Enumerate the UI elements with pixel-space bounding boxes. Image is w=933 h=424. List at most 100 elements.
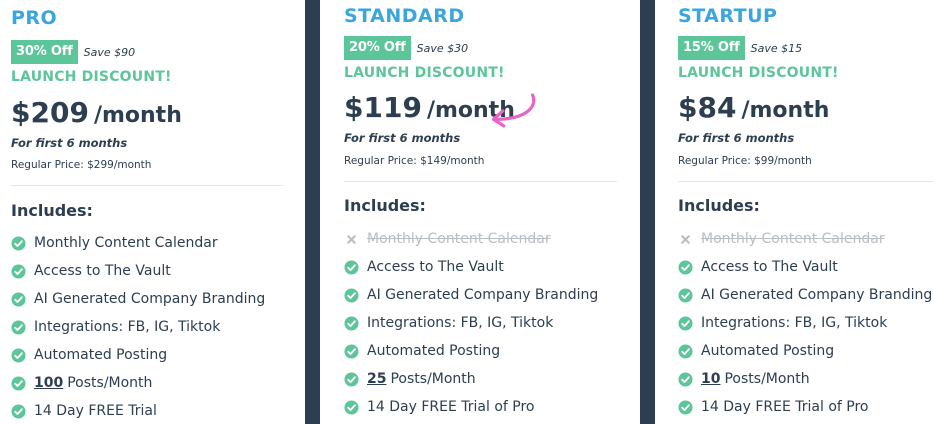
feature-label: 14 Day FREE Trial of Pro <box>367 399 535 415</box>
plan-card-standard: STANDARD 20% Off Save $30 LAUNCH DISCOUN… <box>320 0 640 424</box>
feature-item: Access to The Vault <box>678 253 932 281</box>
feature-item: Integrations: FB, IG, Tiktok <box>11 313 265 341</box>
check-circle-icon <box>344 399 359 415</box>
feature-item: Monthly Content Calendar <box>11 229 265 257</box>
feature-list: Monthly Content Calendar Access to The Va… <box>678 225 932 421</box>
check-circle-icon <box>11 291 26 307</box>
feature-item: 10 Posts/Month <box>678 365 932 393</box>
discount-row: 30% Off Save $90 <box>11 40 135 64</box>
check-circle-icon <box>678 399 693 415</box>
feature-label: Automated Posting <box>34 347 168 363</box>
plan-name: STANDARD <box>344 5 465 27</box>
feature-list: Monthly Content Calendar Access to The Va… <box>344 225 598 421</box>
feature-item: AI Generated Company Branding <box>11 285 265 313</box>
feature-item: 100 Posts/Month <box>11 369 265 397</box>
price: $209/month <box>11 96 182 129</box>
regular-price: Regular Price: $99/month <box>678 155 812 167</box>
check-circle-icon <box>11 375 26 391</box>
feature-item: 25 Posts/Month <box>344 365 598 393</box>
includes-heading: Includes: <box>344 196 426 215</box>
save-text: Save $30 <box>416 41 469 55</box>
check-circle-icon <box>11 403 26 419</box>
plan-card-pro: PRO 30% Off Save $90 LAUNCH DISCOUNT! $2… <box>0 0 305 424</box>
first-months-note: For first 6 months <box>678 131 795 145</box>
price-amount: $84 <box>678 91 737 124</box>
first-months-note: For first 6 months <box>11 136 128 150</box>
feature-label: 14 Day FREE Trial <box>34 403 157 419</box>
price-amount: $119 <box>344 91 422 124</box>
x-icon <box>347 234 356 244</box>
plan-card-startup: STARTUP 15% Off Save $15 LAUNCH DISCOUNT… <box>655 0 933 424</box>
check-circle-icon <box>344 371 359 387</box>
x-icon <box>681 234 690 244</box>
feature-item: 14 Day FREE Trial <box>11 397 265 424</box>
save-text: Save $90 <box>83 45 136 59</box>
feature-label: 14 Day FREE Trial of Pro <box>701 399 869 415</box>
feature-label: Automated Posting <box>367 343 501 359</box>
check-circle-icon <box>678 287 693 303</box>
discount-badge: 20% Off <box>344 36 411 60</box>
price-amount: $209 <box>11 96 89 129</box>
save-text: Save $15 <box>750 41 803 55</box>
regular-price: Regular Price: $299/month <box>11 159 152 171</box>
feature-item: AI Generated Company Branding <box>678 281 932 309</box>
divider <box>344 181 617 182</box>
discount-row: 15% Off Save $15 <box>678 36 802 60</box>
check-circle-icon <box>678 343 693 359</box>
posts-count: 25 <box>367 371 387 387</box>
check-circle-icon <box>344 343 359 359</box>
feature-item: Integrations: FB, IG, Tiktok <box>344 309 598 337</box>
feature-item: 14 Day FREE Trial of Pro <box>678 393 932 421</box>
divider <box>11 185 284 186</box>
check-circle-icon <box>11 235 26 251</box>
feature-item: Access to The Vault <box>344 253 598 281</box>
feature-label: Integrations: FB, IG, Tiktok <box>34 319 221 335</box>
feature-item: Monthly Content Calendar <box>678 225 932 253</box>
feature-label: Automated Posting <box>701 343 835 359</box>
launch-discount-label: LAUNCH DISCOUNT! <box>11 69 172 85</box>
feature-item: Automated Posting <box>344 337 598 365</box>
feature-label: Posts/Month <box>67 375 153 391</box>
check-circle-icon <box>11 263 26 279</box>
feature-label: Posts/Month <box>724 371 810 387</box>
feature-label: Access to The Vault <box>701 259 838 275</box>
check-circle-icon <box>678 259 693 275</box>
posts-count: 10 <box>701 371 721 387</box>
feature-item: Automated Posting <box>11 341 265 369</box>
launch-discount-label: LAUNCH DISCOUNT! <box>678 65 839 81</box>
divider <box>678 181 933 182</box>
feature-label: AI Generated Company Branding <box>367 287 599 303</box>
feature-label: AI Generated Company Branding <box>701 287 933 303</box>
first-months-note: For first 6 months <box>344 131 461 145</box>
launch-discount-label: LAUNCH DISCOUNT! <box>344 65 505 81</box>
feature-label: AI Generated Company Branding <box>34 291 266 307</box>
feature-label: Monthly Content Calendar <box>367 231 551 247</box>
feature-item: AI Generated Company Branding <box>344 281 598 309</box>
price: $84/month <box>678 91 829 124</box>
feature-label: Access to The Vault <box>367 259 504 275</box>
feature-label: Monthly Content Calendar <box>34 235 218 251</box>
plan-name: STARTUP <box>678 5 778 27</box>
feature-list: Monthly Content Calendar Access to The Va… <box>11 229 265 424</box>
regular-price: Regular Price: $149/month <box>344 155 485 167</box>
plan-name: PRO <box>11 7 58 29</box>
check-circle-icon <box>678 371 693 387</box>
posts-count: 100 <box>34 375 64 391</box>
check-circle-icon <box>344 315 359 331</box>
feature-item: Automated Posting <box>678 337 932 365</box>
check-circle-icon <box>344 287 359 303</box>
feature-label: Integrations: FB, IG, Tiktok <box>701 315 888 331</box>
check-circle-icon <box>11 347 26 363</box>
curved-arrow-icon <box>491 93 536 128</box>
feature-item: Integrations: FB, IG, Tiktok <box>678 309 932 337</box>
includes-heading: Includes: <box>11 201 93 220</box>
feature-item: Access to The Vault <box>11 257 265 285</box>
discount-badge: 15% Off <box>678 36 745 60</box>
feature-label: Monthly Content Calendar <box>701 231 885 247</box>
check-circle-icon <box>344 259 359 275</box>
discount-badge: 30% Off <box>11 40 78 64</box>
price-period: /month <box>93 103 182 128</box>
discount-row: 20% Off Save $30 <box>344 36 468 60</box>
feature-item: Monthly Content Calendar <box>344 225 598 253</box>
price-period: /month <box>741 98 830 123</box>
